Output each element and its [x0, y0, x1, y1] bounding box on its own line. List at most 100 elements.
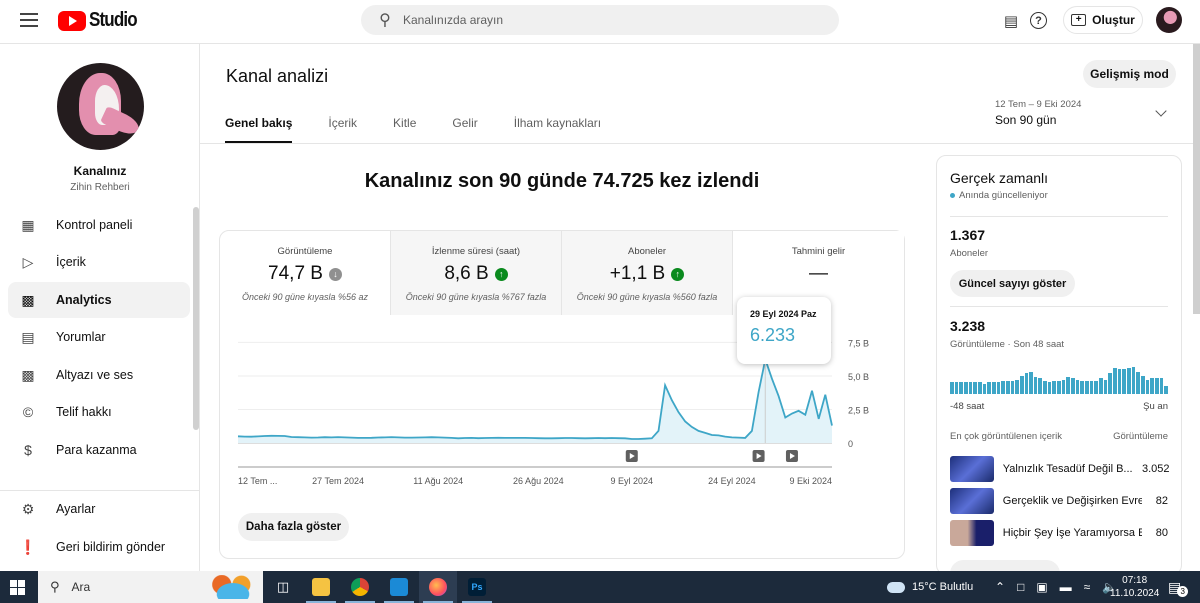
comments-icon[interactable]: ▤	[1000, 10, 1022, 32]
hourly-bar[interactable]	[982, 383, 987, 394]
hourly-bar[interactable]	[1131, 366, 1136, 394]
hourly-bar[interactable]	[1001, 381, 1005, 394]
hourly-bar[interactable]	[954, 382, 959, 394]
hourly-bar[interactable]	[1103, 379, 1108, 394]
sidebar-item-subtitles[interactable]: ▩ Altyazı ve ses	[8, 357, 190, 393]
hourly-bar[interactable]	[1075, 379, 1080, 394]
hourly-bar[interactable]	[1066, 377, 1071, 394]
menu-icon[interactable]	[20, 13, 38, 27]
help-icon[interactable]: ?	[1030, 12, 1047, 29]
hourly-bar[interactable]	[1080, 381, 1085, 394]
search-bar[interactable]: ⚲	[361, 5, 839, 35]
metric-subscribers[interactable]: Aboneler +1,1 B ↑ Önceki 90 güne kıyasla …	[562, 231, 733, 315]
hourly-bar[interactable]	[1061, 379, 1066, 394]
hourly-bar[interactable]	[1015, 379, 1019, 394]
hourly-views-chart[interactable]	[950, 364, 1168, 394]
hourly-bar[interactable]	[1057, 381, 1061, 394]
chevron-up-icon[interactable]: ⌃	[995, 580, 1005, 594]
account-avatar[interactable]	[1156, 7, 1182, 33]
advanced-mode-button[interactable]: Gelişmiş mod	[1083, 60, 1176, 88]
hourly-bar[interactable]	[1145, 379, 1150, 394]
create-button[interactable]: + Oluştur	[1063, 6, 1143, 34]
hourly-bar[interactable]	[977, 382, 982, 394]
taskbar-search[interactable]: ⚲ Ara	[38, 571, 263, 603]
file-explorer-icon[interactable]	[302, 571, 340, 603]
top-content-item[interactable]: Hiçbir Şey İşe Yaramıyorsa E... 80	[950, 520, 1168, 546]
hourly-bar[interactable]	[1136, 371, 1140, 394]
sidebar-scrollbar[interactable]	[193, 207, 199, 430]
hourly-bar[interactable]	[1140, 375, 1145, 394]
hourly-bar[interactable]	[1019, 375, 1024, 394]
channel-avatar[interactable]	[57, 63, 144, 150]
screen-icon[interactable]: ▣	[1036, 580, 1047, 594]
page-scrollbar[interactable]	[1193, 44, 1200, 314]
wifi-icon[interactable]: ≈	[1084, 580, 1091, 594]
sidebar-item-feedback[interactable]: ❗ Geri bildirim gönder	[8, 529, 190, 565]
sidebar-item-copyright[interactable]: © Telif hakkı	[8, 394, 190, 430]
hourly-bar[interactable]	[1024, 373, 1029, 394]
hourly-bar[interactable]	[1094, 381, 1098, 394]
hourly-bar[interactable]	[987, 382, 991, 394]
summary-headline: Kanalınız son 90 günde 74.725 kez izlend…	[364, 170, 760, 192]
youtube-studio-logo[interactable]: Studio	[58, 9, 145, 32]
tab-overview[interactable]: Genel bakış	[225, 116, 293, 144]
hourly-bar[interactable]	[1005, 381, 1010, 394]
show-more-button[interactable]: Daha fazla göster	[238, 513, 349, 541]
sidebar-item-content[interactable]: ▷ İçerik	[8, 244, 190, 280]
clock[interactable]: 07:18 11.10.2024	[1110, 571, 1159, 603]
hourly-bar[interactable]	[1047, 382, 1052, 394]
tab-content[interactable]: İçerik	[328, 116, 357, 144]
writer-app-icon[interactable]	[380, 571, 418, 603]
date-range-picker[interactable]: 12 Tem – 9 Eki 2024 Son 90 gün	[995, 99, 1175, 127]
hourly-bar[interactable]	[1010, 381, 1015, 394]
top-content-item[interactable]: Gerçeklik ve Değişirken Evre... 82	[950, 488, 1168, 514]
tab-inspiration[interactable]: İlham kaynakları	[514, 116, 601, 144]
firefox-icon[interactable]	[419, 571, 457, 603]
meet-icon[interactable]: □	[1017, 580, 1024, 594]
hourly-bar[interactable]	[991, 382, 996, 394]
hourly-bar[interactable]	[1099, 378, 1103, 394]
hourly-bar[interactable]	[959, 382, 963, 394]
sidebar-item-analytics[interactable]: ▩ Analytics	[8, 282, 190, 318]
sidebar-item-monetization[interactable]: $ Para kazanma	[8, 432, 190, 468]
hourly-bar[interactable]	[1126, 368, 1131, 394]
hourly-bar[interactable]	[950, 382, 954, 394]
top-content-item[interactable]: Yalnızlık Tesadüf Değil B... 3.052	[950, 456, 1170, 482]
windows-start-icon[interactable]	[10, 580, 25, 595]
task-view-icon[interactable]: ◫	[264, 571, 302, 603]
hourly-bar[interactable]	[1117, 369, 1122, 394]
tab-audience[interactable]: Kitle	[393, 116, 416, 144]
hourly-bar[interactable]	[1038, 378, 1043, 394]
hourly-bar[interactable]	[1108, 373, 1112, 394]
hourly-bar[interactable]	[1043, 381, 1047, 394]
weather-widget[interactable]: 15°C Bulutlu	[887, 571, 973, 603]
notifications-button[interactable]: ▤ 3	[1168, 571, 1189, 603]
sidebar-item-settings[interactable]: ⚙ Ayarlar	[8, 491, 190, 527]
hourly-bar[interactable]	[1154, 378, 1159, 394]
hourly-bar[interactable]	[1089, 381, 1094, 394]
hourly-bar[interactable]	[1150, 378, 1154, 394]
photoshop-icon[interactable]: Ps	[458, 571, 496, 603]
hourly-bar[interactable]	[1112, 368, 1117, 394]
show-live-count-button[interactable]: Güncel sayıyı göster	[950, 270, 1075, 297]
hourly-bar[interactable]	[973, 382, 977, 394]
sidebar-item-comments[interactable]: ▤ Yorumlar	[8, 319, 190, 355]
tab-revenue[interactable]: Gelir	[452, 116, 477, 144]
battery-icon[interactable]: ▬	[1060, 580, 1072, 594]
hourly-bar[interactable]	[968, 382, 973, 394]
hourly-bar[interactable]	[1029, 371, 1033, 394]
hourly-bar[interactable]	[1159, 378, 1164, 394]
search-input[interactable]	[403, 13, 803, 27]
hourly-bar[interactable]	[1164, 386, 1168, 394]
hourly-bar[interactable]	[1071, 378, 1075, 394]
hourly-bar[interactable]	[1033, 377, 1038, 394]
hourly-bar[interactable]	[1122, 369, 1126, 394]
hourly-bar[interactable]	[996, 382, 1001, 394]
hourly-bar[interactable]	[1085, 381, 1089, 394]
chrome-icon[interactable]	[341, 571, 379, 603]
metric-watch-time[interactable]: İzlenme süresi (saat) 8,6 B ↑ Önceki 90 g…	[391, 231, 562, 315]
sidebar-item-dashboard[interactable]: ▦ Kontrol paneli	[8, 207, 190, 243]
hourly-bar[interactable]	[1052, 381, 1057, 394]
metric-views[interactable]: Görüntüleme 74,7 B ↓ Önceki 90 güne kıyas…	[220, 231, 391, 315]
hourly-bar[interactable]	[963, 382, 968, 394]
